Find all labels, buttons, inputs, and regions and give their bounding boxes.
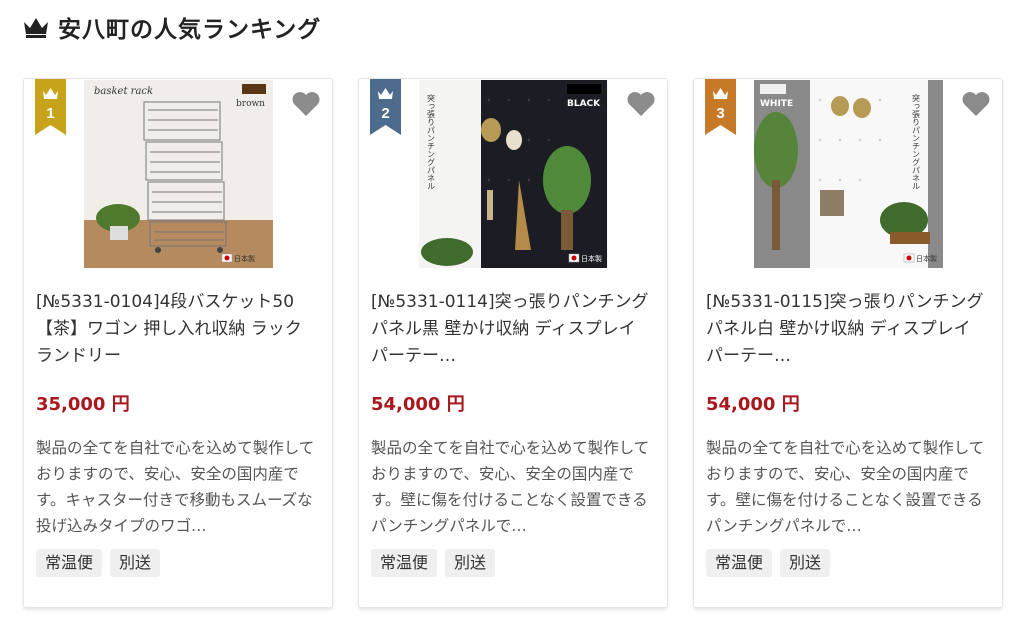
- rank-badge: 2: [370, 79, 401, 135]
- image-caption: 突っ張りパンチングパネル: [427, 93, 436, 190]
- tag-separate: 別送: [445, 549, 496, 577]
- product-description: 製品の全てを自社で心を込めて製作しておりますので、安心、安全の国内産です。壁に傷…: [371, 439, 650, 535]
- image-badge: 日本製: [581, 254, 602, 263]
- image-caption: 突っ張りパンチングパネル: [912, 93, 921, 190]
- heart-icon[interactable]: [961, 91, 991, 117]
- tag-separate: 別送: [110, 549, 161, 577]
- heart-icon[interactable]: [626, 91, 656, 117]
- tag-chilled: 常温便: [36, 549, 103, 577]
- tag-list: 常温便 別送: [36, 549, 161, 577]
- product-card[interactable]: 突っ張りパンチングパネル BLACK 日本製 2 [№5331-0114]突っ張…: [358, 78, 668, 608]
- tag-chilled: 常温便: [371, 549, 438, 577]
- crown-icon: [24, 18, 48, 38]
- product-card[interactable]: WHITE 突っ張りパンチングパネル 日本製 3 [№5331-0115]突っ張…: [693, 78, 1003, 608]
- rank-number: 1: [46, 105, 55, 122]
- rank-number: 2: [381, 105, 390, 122]
- image-color-label: BLACK: [567, 99, 601, 109]
- rank-badge: 3: [705, 79, 736, 135]
- product-card[interactable]: basket rack brown 日本製 1 [№5331-0104]4段バス…: [23, 78, 333, 608]
- product-image[interactable]: basket rack brown 日本製: [84, 80, 273, 268]
- product-description: 製品の全てを自社で心を込めて製作しておりますので、安心、安全の国内産です。キャス…: [36, 439, 315, 535]
- product-name[interactable]: [№5331-0115]突っ張りパンチングパネル白 壁かけ収納 ディスプレイ パ…: [706, 289, 991, 370]
- heart-icon[interactable]: [291, 91, 321, 117]
- rank-badge: 1: [35, 79, 66, 135]
- image-badge: 日本製: [916, 254, 937, 263]
- section-title: 安八町の人気ランキング: [58, 17, 322, 43]
- product-price: 54,000 円: [706, 394, 800, 415]
- product-price: 54,000 円: [371, 394, 465, 415]
- image-color-label: WHITE: [760, 99, 793, 109]
- image-badge: 日本製: [234, 254, 255, 263]
- image-color-label: brown: [236, 99, 265, 109]
- product-image[interactable]: WHITE 突っ張りパンチングパネル 日本製: [754, 80, 943, 268]
- image-caption: basket rack: [94, 86, 153, 97]
- product-image[interactable]: 突っ張りパンチングパネル BLACK 日本製: [419, 80, 608, 268]
- tag-list: 常温便 別送: [706, 549, 831, 577]
- product-description: 製品の全てを自社で心を込めて製作しておりますので、安心、安全の国内産です。壁に傷…: [706, 439, 985, 535]
- product-price: 35,000 円: [36, 394, 130, 415]
- product-name[interactable]: [№5331-0104]4段バスケット50【茶】ワゴン 押し入れ収納 ラック ラ…: [36, 289, 321, 370]
- tag-separate: 別送: [780, 549, 831, 577]
- product-name[interactable]: [№5331-0114]突っ張りパンチングパネル黒 壁かけ収納 ディスプレイ パ…: [371, 289, 656, 370]
- ranking-heading: 安八町の人気ランキング: [22, 10, 321, 44]
- tag-chilled: 常温便: [706, 549, 773, 577]
- rank-number: 3: [716, 105, 725, 122]
- tag-list: 常温便 別送: [371, 549, 496, 577]
